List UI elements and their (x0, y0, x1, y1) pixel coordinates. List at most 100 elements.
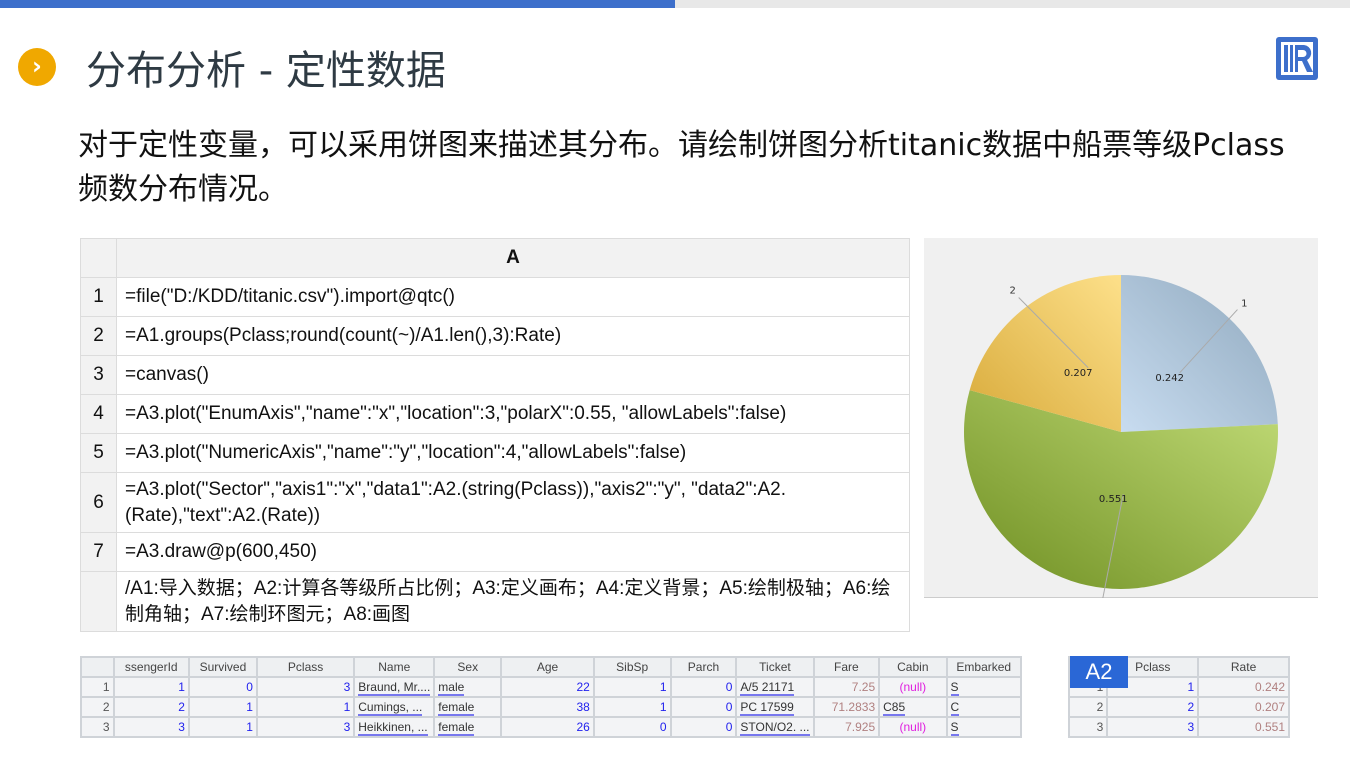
grid-cell[interactable]: 1 (187, 696, 258, 718)
grid-row: 1 1 0 3 Braund, Mr.... male 22 1 0 A/5 21171 7.25(… (80, 676, 1023, 698)
grid-cell[interactable]: female (433, 716, 503, 738)
grid-cell[interactable]: Heikkinen, ... (353, 716, 436, 738)
grid-cell[interactable]: 1 (255, 696, 356, 718)
grid-cell[interactable]: 1 (187, 716, 258, 738)
top-progress-bar (0, 0, 1350, 8)
value-label: 0.551 (1099, 494, 1128, 505)
category-label: 1 (1241, 298, 1247, 309)
code-grid: A 1 =file("D:/KDD/titanic.csv").import@qt… (80, 238, 910, 632)
column-header[interactable]: Name (353, 656, 436, 678)
grid-cell[interactable]: 2 (80, 696, 115, 718)
a1-result-grid: ssengerId Survived Pclass Name Sex Age SibSp Pa… (80, 656, 1023, 738)
grid-cell[interactable]: (null) (878, 676, 948, 698)
grid-cell[interactable]: 0 (592, 716, 672, 738)
row-number[interactable]: 3 (80, 355, 117, 395)
grid-cell[interactable]: 1 (112, 676, 190, 698)
grid-cell[interactable]: C85 (878, 696, 948, 718)
logo (1276, 37, 1318, 80)
code-cell[interactable]: =A3.draw@p(600,450) (116, 532, 910, 572)
column-header[interactable]: Embarked (945, 656, 1023, 678)
column-header[interactable] (80, 656, 115, 678)
grid-cell[interactable]: 2 (1106, 696, 1200, 718)
grid-cell[interactable]: 26 (500, 716, 595, 738)
column-header[interactable]: Rate (1197, 656, 1290, 678)
grid-cell[interactable]: 0 (669, 696, 738, 718)
grid-cell[interactable]: Cumings, ... (353, 696, 436, 718)
grid-cell[interactable]: 22 (500, 676, 595, 698)
grid-cell[interactable]: S (945, 716, 1023, 738)
grid-cell[interactable]: 3 (1106, 716, 1200, 738)
grid-cell[interactable]: male (433, 676, 503, 698)
column-header[interactable]: A (116, 238, 910, 278)
code-cell[interactable]: =file("D:/KDD/titanic.csv").import@qtc() (116, 277, 910, 317)
row-number[interactable]: 2 (80, 316, 117, 356)
grid-cell[interactable]: 2 (1067, 696, 1109, 718)
grid-cell[interactable]: 1 (592, 696, 672, 718)
column-header[interactable]: Sex (433, 656, 503, 678)
page-title: 分布分析 - 定性数据 (86, 48, 446, 94)
column-header[interactable]: Pclass (255, 656, 356, 678)
column-header[interactable]: ssengerId (112, 656, 190, 678)
grid-cell[interactable]: 3 (80, 716, 115, 738)
grid-cell[interactable]: 2 (112, 696, 190, 718)
pie-chart: 0.24210.55130.2072 (924, 238, 1318, 617)
grid-cell[interactable]: 0 (187, 676, 258, 698)
value-label: 0.242 (1155, 373, 1184, 384)
code-row: 4 =A3.plot("EnumAxis","name":"x","locatio… (80, 394, 910, 434)
category-label: 2 (1009, 286, 1015, 297)
grid-cell[interactable]: female (433, 696, 503, 718)
chevron-right-icon: › (18, 48, 56, 86)
column-header[interactable]: SibSp (592, 656, 672, 678)
column-header[interactable]: Ticket (735, 656, 815, 678)
grid-cell[interactable]: C (945, 696, 1023, 718)
grid-cell[interactable]: 0.207 (1197, 696, 1290, 718)
grid-cell[interactable]: 71.2833 (812, 696, 881, 718)
grid-row: 3 3 1 3 Heikkinen, ... female 26 0 0 STON/O2. ...… (80, 716, 1023, 738)
column-header[interactable]: Age (500, 656, 595, 678)
grid-cell[interactable]: A/5 21171 (735, 676, 815, 698)
description: 对于定性变量，可以采用饼图来描述其分布。请绘制饼图分析titanic数据中船票等… (78, 128, 1285, 207)
grid-cell[interactable]: 7.25 (812, 676, 881, 698)
column-header[interactable]: Survived (187, 656, 258, 678)
code-cell[interactable]: =canvas() (116, 355, 910, 395)
column-header[interactable]: Parch (669, 656, 738, 678)
grid-cell[interactable]: 3 (255, 676, 356, 698)
pie-slice-1 (1121, 275, 1278, 432)
column-header[interactable]: Cabin (878, 656, 948, 678)
a2-tag: A2 (1070, 656, 1128, 688)
row-number[interactable]: 7 (80, 532, 117, 572)
grid-cell[interactable]: 3 (1067, 716, 1109, 738)
grid-row: 3 3 0.551 (1067, 716, 1290, 738)
grid-cell[interactable]: 1 (80, 676, 115, 698)
grid-cell[interactable]: 0.551 (1197, 716, 1290, 738)
grid-cell[interactable]: 7.925 (812, 716, 881, 738)
grid-cell[interactable]: Braund, Mr.... (353, 676, 436, 698)
code-cell[interactable]: /A1:导入数据；A2:计算各等级所占比例；A3:定义画布；A4:定义背景；A5… (116, 571, 910, 632)
row-number[interactable]: 1 (80, 277, 117, 317)
column-header[interactable]: Fare (812, 656, 881, 678)
row-number[interactable]: 6 (80, 472, 117, 533)
row-number[interactable]: 5 (80, 433, 117, 473)
grid-cell[interactable]: STON/O2. ... (735, 716, 815, 738)
code-cell[interactable]: =A3.plot("EnumAxis","name":"x","location… (116, 394, 910, 434)
row-number[interactable] (80, 571, 117, 632)
grid-cell[interactable]: 38 (500, 696, 595, 718)
grid-cell[interactable]: S (945, 676, 1023, 698)
grid-cell[interactable]: 0 (669, 676, 738, 698)
code-cell[interactable]: =A3.plot("NumericAxis","name":"y","locat… (116, 433, 910, 473)
grid-cell[interactable]: 3 (255, 716, 356, 738)
grid-cell[interactable]: PC 17599 (735, 696, 815, 718)
row-number[interactable]: 4 (80, 394, 117, 434)
grid-cell[interactable]: 3 (112, 716, 190, 738)
grid-cell[interactable]: 0.242 (1197, 676, 1290, 698)
grid-cell[interactable]: 1 (592, 676, 672, 698)
value-label: 0.207 (1064, 368, 1093, 379)
code-row: 7 =A3.draw@p(600,450) (80, 532, 910, 572)
grid-cell[interactable]: (null) (878, 716, 948, 738)
code-row: /A1:导入数据；A2:计算各等级所占比例；A3:定义画布；A4:定义背景；A5… (80, 571, 910, 632)
code-cell[interactable]: =A1.groups(Pclass;round(count(~)/A1.len(… (116, 316, 910, 356)
code-row: 3 =canvas() (80, 355, 910, 395)
code-cell[interactable]: =A3.plot("Sector","axis1":"x","data1":A2… (116, 472, 910, 533)
grid-cell[interactable]: 0 (669, 716, 738, 738)
code-row: 6 =A3.plot("Sector","axis1":"x","data1":A… (80, 472, 910, 533)
